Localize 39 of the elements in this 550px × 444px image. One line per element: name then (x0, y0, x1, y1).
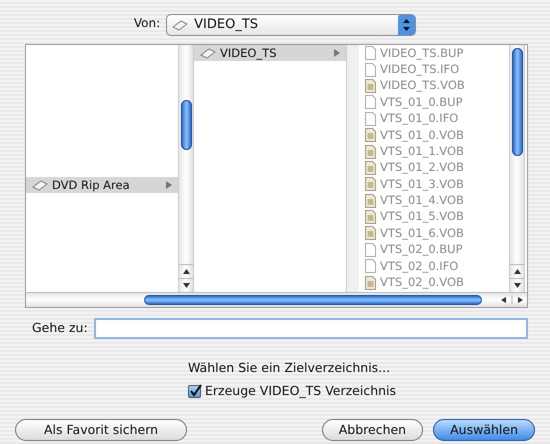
video-file-icon (365, 144, 376, 159)
checkbox-label: Erzeuge VIDEO_TS Verzeichnis (205, 382, 396, 400)
arrow-icon (334, 49, 340, 58)
video-file-icon (365, 226, 376, 240)
scroll-down-icon (182, 283, 190, 288)
dialog-button[interactable]: Abbrechen (322, 418, 424, 440)
scroll-thumb[interactable] (181, 100, 192, 150)
from-label: Von: (134, 15, 160, 32)
file-item[interactable]: VIDEO_TS (194, 45, 346, 62)
vertical-scrollbar[interactable] (178, 45, 194, 292)
video-file-icon (365, 194, 376, 208)
vertical-scrollbar[interactable] (509, 45, 525, 292)
video-file-icon (365, 276, 376, 290)
checkbox[interactable] (188, 384, 201, 398)
scroll-up-icon (182, 269, 190, 274)
video-file-icon (365, 78, 376, 93)
document-icon (365, 62, 376, 77)
goto-label: Gehe zu: (32, 319, 88, 338)
document-icon (365, 242, 376, 257)
stepper-icon (398, 15, 416, 35)
scroll-down-icon (514, 283, 520, 288)
video-file-icon (365, 210, 376, 224)
video-file-icon (365, 128, 376, 142)
video-file-icon (365, 160, 376, 175)
video-file-icon (365, 177, 376, 192)
dialog-button[interactable]: Als Favorit sichern (15, 418, 188, 440)
scroll-up-icon (514, 269, 520, 274)
document-icon (365, 112, 376, 126)
goto-field[interactable] (94, 318, 528, 339)
dialog-button[interactable]: Auswählen (433, 418, 535, 440)
scroll-thumb[interactable] (512, 48, 523, 156)
scroll-thumb[interactable] (144, 295, 482, 305)
prompt-text: Wählen Sie ein Zielverzeichnis... (188, 359, 392, 377)
document-icon (365, 95, 376, 110)
file-item[interactable]: DVD Rip Area (26, 177, 178, 194)
document-icon (365, 259, 376, 274)
horizontal-scrollbar[interactable] (26, 292, 527, 307)
arrow-icon (166, 181, 172, 190)
folder-popup[interactable]: VIDEO_TS (166, 14, 416, 36)
